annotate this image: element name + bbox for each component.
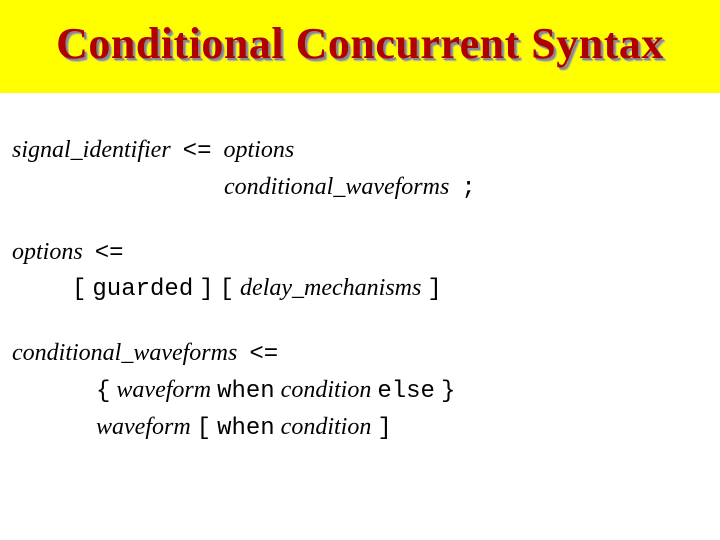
rule3-cond2: condition (281, 414, 372, 440)
rule1-options: options (223, 137, 294, 163)
rule3-when1: when (217, 378, 275, 405)
content-area: signal_identifier <= options conditional… (0, 93, 720, 447)
rule2-rb2: ] (427, 276, 441, 303)
rule2-guarded: guarded (92, 276, 193, 303)
title-bar: Conditional Concurrent Syntax (0, 0, 720, 93)
rule3-rb2: ] (377, 415, 391, 442)
rule1-condwave: conditional_waveforms (224, 174, 449, 200)
rule3-else: else (377, 378, 435, 405)
rule2-delay: delay_mechanisms (240, 275, 421, 301)
rule3-wf2: waveform (96, 414, 191, 440)
rule1-line1: signal_identifier <= options (12, 133, 708, 170)
slide-title: Conditional Concurrent Syntax (56, 19, 664, 68)
rule-conditional-waveforms: conditional_waveforms <= { waveform when… (12, 336, 708, 446)
rule3-rb: } (441, 378, 455, 405)
rule1-lhs: signal_identifier (12, 137, 171, 163)
rule2-op: <= (95, 240, 124, 267)
rule3-op: <= (249, 341, 278, 368)
rule2-lhs: options (12, 239, 83, 265)
rule3-wf1: waveform (116, 377, 211, 403)
rule-options: options <= [ guarded ] [ delay_mechanism… (12, 235, 708, 309)
rule2-lb1: [ (72, 276, 86, 303)
rule3-line1: conditional_waveforms <= (12, 336, 708, 373)
rule1-term: ; (461, 175, 475, 202)
rule-signal-identifier: signal_identifier <= options conditional… (12, 133, 708, 207)
rule1-line2: conditional_waveforms ; (12, 170, 708, 207)
rule3-when2: when (217, 415, 275, 442)
rule3-lhs: conditional_waveforms (12, 340, 237, 366)
rule3-cond1: condition (281, 377, 372, 403)
rule3-lb2: [ (197, 415, 211, 442)
rule2-lb2: [ (220, 276, 234, 303)
rule1-op: <= (183, 138, 212, 165)
rule3-lb: { (96, 378, 110, 405)
rule2-rb1: ] (199, 276, 213, 303)
rule3-line3: waveform [ when condition ] (12, 410, 708, 447)
rule2-line1: options <= (12, 235, 708, 272)
rule3-line2: { waveform when condition else } (12, 373, 708, 410)
rule2-line2: [ guarded ] [ delay_mechanisms ] (12, 271, 708, 308)
